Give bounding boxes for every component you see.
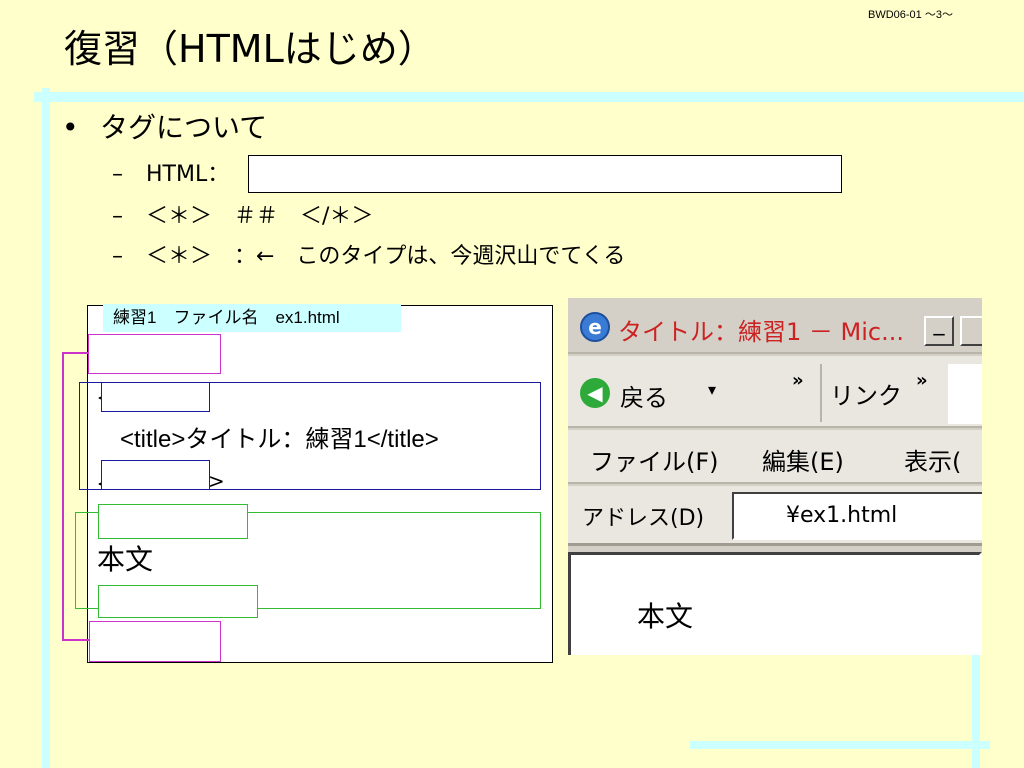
bullet-sub-2: – ＜＊＞ ＃＃ ＜/＊＞ — [112, 202, 373, 232]
page-content-text: 本文 — [637, 600, 694, 633]
bullet-main-text: タグについて — [100, 111, 268, 144]
html-close-tag-blank — [89, 621, 221, 662]
html-answer-blank — [248, 155, 842, 193]
html-bracket-bottom — [62, 639, 89, 641]
html-open-tag-blank — [88, 334, 221, 374]
toolbar-separator — [820, 364, 822, 422]
bullet-sub-1-text: HTML： — [146, 162, 230, 187]
head-close-tail: > — [208, 469, 225, 493]
ie-icon: e — [580, 312, 610, 342]
back-dropdown-icon[interactable]: ▾ — [708, 380, 716, 399]
browser-address-bar: アドレス(D) ¥ex1.html — [568, 486, 982, 546]
bullet-dash: – — [112, 162, 123, 187]
browser-window: e タイトル：練習1 － Mic... _ ◀ 戻る ▾ » リンク » ファイ… — [568, 298, 982, 655]
back-button[interactable]: 戻る — [620, 378, 668, 413]
browser-toolbar: ◀ 戻る ▾ » リンク » — [568, 356, 982, 428]
html-bracket-top — [62, 352, 89, 354]
browser-content: 本文 — [568, 552, 982, 655]
menu-file[interactable]: ファイル(F) — [590, 442, 719, 477]
links-chevron-icon[interactable]: » — [916, 370, 928, 391]
body-close-tag-blank — [98, 585, 258, 618]
bullet-sub-3-text: ＜＊＞ ：← このタイプは、今週沢山でてくる — [146, 244, 626, 269]
browser-titlebar: e タイトル：練習1 － Mic... _ — [568, 298, 982, 354]
body-content-text: 本文 — [97, 543, 154, 576]
address-label: アドレス(D) — [582, 506, 705, 531]
left-accent-bar — [42, 88, 50, 768]
title-tag-line: <title>タイトル：練習1</title> — [120, 426, 439, 453]
head-open-tag-blank — [101, 382, 210, 412]
bullet-sub-1: – HTML： — [112, 160, 229, 190]
bullet-dash: – — [112, 204, 123, 229]
browser-menubar: ファイル(F) 編集(E) 表示( — [568, 430, 982, 484]
slide-number: BWD06-01 ～3～ — [868, 9, 953, 21]
links-button[interactable]: リンク — [830, 376, 902, 411]
minimize-button[interactable]: _ — [924, 313, 954, 346]
menu-edit[interactable]: 編集(E) — [762, 442, 844, 477]
bullet-dot: • — [62, 111, 79, 144]
bullet-sub-3: – ＜＊＞ ：← このタイプは、今週沢山でてくる — [112, 242, 625, 272]
head-close-tag-blank — [101, 460, 210, 490]
exercise-label: 練習1 ファイル名 ex1.html — [103, 304, 401, 332]
address-input[interactable]: ¥ex1.html — [732, 492, 982, 540]
body-open-tag-blank — [98, 504, 248, 539]
maximize-button[interactable] — [960, 316, 982, 346]
menu-view[interactable]: 表示( — [904, 442, 961, 477]
bottom-accent-bar — [690, 741, 990, 749]
toolbar-chevron-icon[interactable]: » — [792, 370, 804, 391]
back-arrow-icon[interactable]: ◀ — [580, 378, 610, 408]
browser-window-title: タイトル：練習1 － Mic... — [618, 318, 904, 346]
html-bracket-side — [62, 352, 64, 640]
bullet-sub-2-text: ＜＊＞ ＃＃ ＜/＊＞ — [146, 204, 374, 229]
slide-title: 復習（HTMLはじめ） — [64, 27, 436, 71]
top-accent-bar — [34, 92, 1024, 102]
bullet-dash: – — [112, 244, 123, 269]
bullet-main: • タグについて — [62, 108, 267, 148]
links-bar — [948, 364, 982, 424]
